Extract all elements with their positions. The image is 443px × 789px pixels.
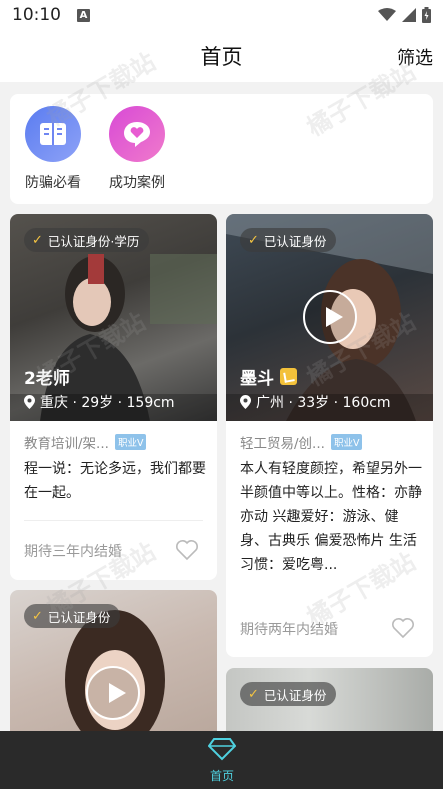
anti-fraud-label: 防骗必看 [25, 175, 81, 191]
status-bar: 10:10 A [0, 0, 443, 30]
battery-icon [422, 7, 431, 23]
bottom-nav: 首页 [0, 731, 443, 789]
anti-fraud-entry[interactable]: 防骗必看 [18, 106, 88, 192]
profile-card[interactable]: ✓ 已认证身份 [10, 590, 217, 740]
check-icon: ✓ [32, 232, 43, 248]
verified-badge: ✓ 已认证身份 [24, 604, 121, 628]
page-title: 首页 [200, 45, 243, 69]
status-icons [378, 7, 431, 23]
diamond-icon [207, 738, 237, 761]
profile-card[interactable]: ✓ 已认证身份 墨斗 广州 · 33岁 · 160cm 轻工贸易/创... 职业V … [226, 214, 433, 657]
check-icon: ✓ [248, 232, 259, 248]
verified-badge: ✓ 已认证身份·学历 [24, 228, 150, 252]
play-video-button[interactable] [86, 666, 140, 720]
profile-name: 2老师 [24, 369, 70, 389]
profile-intro: 程一说：无论多远，我们都要在一起。 [24, 461, 206, 501]
nav-home[interactable]: 首页 [196, 737, 248, 784]
location-pin-icon [24, 395, 35, 409]
nav-home-label: 首页 [209, 769, 234, 783]
heart-icon[interactable] [175, 539, 199, 561]
card-divider [24, 520, 203, 521]
check-icon: ✓ [32, 608, 43, 624]
profile-job: 教育培训/架... 职业V [24, 432, 147, 452]
profile-card[interactable]: ✓ 已认证身份 [226, 668, 433, 740]
top-header: 首页 筛选 [0, 30, 443, 82]
notification-a-icon: A [77, 8, 90, 22]
vip-badge-icon [280, 368, 297, 385]
verified-badge: ✓ 已认证身份 [240, 228, 337, 252]
profile-location: 重庆 · 29岁 · 159cm [24, 392, 175, 412]
profile-photo: ✓ 已认证身份 墨斗 广州 · 33岁 · 160cm [226, 214, 433, 421]
wifi-icon [378, 8, 396, 21]
heart-icon[interactable] [391, 617, 415, 639]
heart-chat-icon [109, 106, 165, 162]
book-icon [25, 106, 81, 162]
check-icon: ✓ [248, 686, 259, 702]
success-cases-label: 成功案例 [109, 175, 165, 191]
marriage-expectation: 期待两年内结婚 [240, 622, 338, 638]
profile-location: 广州 · 33岁 · 160cm [240, 392, 391, 412]
profile-name: 墨斗 [240, 364, 297, 389]
profile-card[interactable]: ✓ 已认证身份·学历 2老师 重庆 · 29岁 · 159cm 教育培训/架...… [10, 214, 217, 580]
job-verified-tag: 职业V [114, 434, 147, 450]
status-time: 10:10 [12, 5, 61, 25]
job-verified-tag: 职业V [330, 434, 363, 450]
filter-button[interactable]: 筛选 [397, 44, 433, 70]
success-cases-entry[interactable]: 成功案例 [102, 106, 172, 192]
profile-photo: ✓ 已认证身份·学历 2老师 重庆 · 29岁 · 159cm [10, 214, 217, 421]
profile-job: 轻工贸易/创... 职业V [240, 432, 363, 452]
profile-intro: 本人有轻度颜控，希望另外一半颜值中等以上。性格：亦静亦动 兴趣爱好：游泳、健身、… [240, 461, 422, 573]
play-video-button[interactable] [303, 290, 357, 344]
profile-photo: ✓ 已认证身份 [10, 590, 217, 740]
location-pin-icon [240, 395, 251, 409]
signal-icon [402, 8, 416, 22]
profile-photo: ✓ 已认证身份 [226, 668, 433, 740]
quick-actions-panel: 防骗必看 成功案例 [10, 94, 433, 204]
marriage-expectation: 期待三年内结婚 [24, 544, 122, 560]
verified-badge: ✓ 已认证身份 [240, 682, 337, 706]
